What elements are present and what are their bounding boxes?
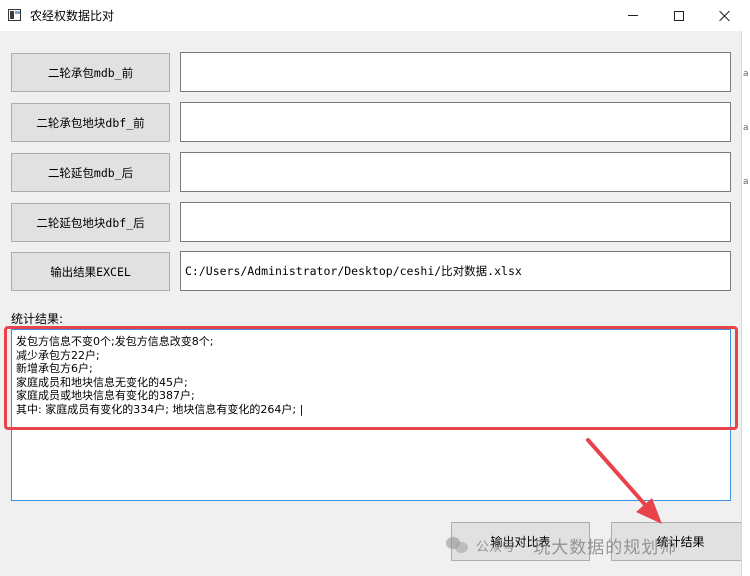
result-line: 其中: 家庭成员有变化的334户; 地块信息有变化的264户; | [16,402,304,416]
contract-parcel-dbf-before-field[interactable] [180,102,731,142]
export-comparison-button[interactable]: 输出对比表 [451,522,590,561]
edge-glyph: a [743,177,749,187]
results-textarea[interactable]: 发包方信息不变0个;发包方信息改变8个; 减少承包方22户; 新增承包方6户; 家庭成… [11,329,731,501]
result-line: 家庭成员和地块信息无变化的45户; [16,375,188,389]
edge-glyph: a [743,123,749,133]
select-contract-parcel-dbf-before-button[interactable]: 二轮承包地块dbf_前 [11,103,170,142]
adjacent-window-edge: a a a [741,31,750,576]
close-button[interactable] [702,0,748,31]
select-contract-mdb-before-button[interactable]: 二轮承包mdb_前 [11,53,170,92]
maximize-button[interactable] [656,0,702,31]
extension-parcel-dbf-after-field[interactable] [180,202,731,242]
contract-mdb-before-field[interactable] [180,52,731,92]
result-line: 减少承包方22户; [16,348,100,362]
window-title: 农经权数据比对 [30,9,115,23]
minimize-icon [628,15,638,16]
extension-mdb-after-field[interactable] [180,152,731,192]
result-line: 新增承包方6户; [16,362,93,375]
select-extension-mdb-after-button[interactable]: 二轮延包mdb_后 [11,153,170,192]
result-line: 家庭成员或地块信息有变化的387户; [16,389,195,402]
app-window: 农经权数据比对 二轮承包mdb_前 二轮承包地块dbf_前 二轮延包mdb_后 … [0,0,750,576]
select-extension-parcel-dbf-after-button[interactable]: 二轮延包地块dbf_后 [11,203,170,242]
minimize-button[interactable] [610,0,656,31]
edge-glyph: a [743,69,749,79]
output-excel-path-field[interactable] [180,251,731,291]
app-icon [8,9,21,21]
select-output-excel-button[interactable]: 输出结果EXCEL [11,252,170,291]
title-bar[interactable]: 农经权数据比对 [0,0,750,31]
results-label: 统计结果: [11,312,64,326]
close-icon [719,10,731,22]
result-line: 发包方信息不变0个;发包方信息改变8个; [16,335,214,348]
maximize-icon [674,10,684,21]
results-text: 发包方信息不变0个;发包方信息改变8个; 减少承包方22户; 新增承包方6户; 家庭成… [16,335,303,416]
statistics-button[interactable]: 统计结果 [611,522,750,561]
